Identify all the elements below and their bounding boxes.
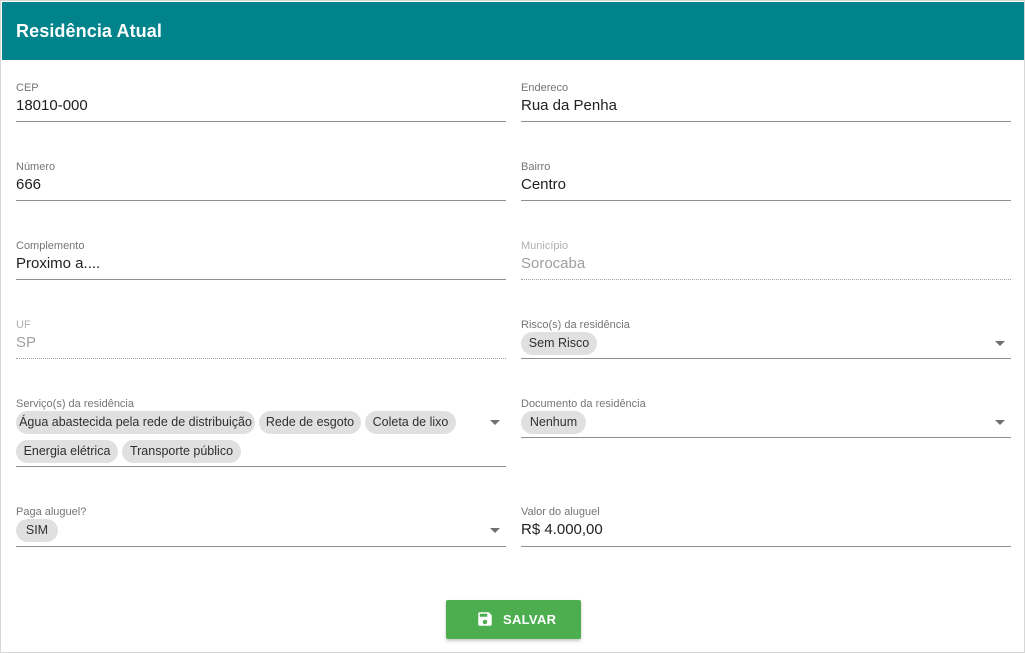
chip-sem-risco[interactable]: Sem Risco [521, 332, 597, 355]
uf-field: UF SP [16, 319, 506, 359]
numero-underline [16, 200, 506, 201]
endereco-underline [521, 121, 1011, 122]
uf-label: UF [16, 319, 31, 331]
floppy-disk-icon [478, 612, 492, 626]
valor-aluguel-underline [521, 546, 1011, 547]
chip-energia[interactable]: Energia elétrica [16, 440, 118, 463]
chip-transporte[interactable]: Transporte público [122, 440, 241, 463]
numero-input[interactable]: 666 [16, 176, 41, 193]
chip-rede-esgoto[interactable]: Rede de esgoto [259, 411, 361, 434]
bairro-underline [521, 200, 1011, 201]
municipio-label: Município [521, 240, 569, 252]
complemento-field[interactable]: Complemento Proximo a.... [16, 240, 506, 280]
uf-input: SP [16, 334, 37, 351]
paga-aluguel-select[interactable]: Paga aluguel? SIM [16, 506, 506, 547]
documento-label: Documento da residência [521, 398, 646, 410]
valor-aluguel-input[interactable]: R$ 4.000,00 [521, 521, 603, 538]
cep-input[interactable]: 18010-000 [16, 97, 88, 114]
complemento-label: Complemento [16, 240, 85, 252]
numero-field[interactable]: Número 666 [16, 161, 506, 201]
municipio-input: Sorocaba [521, 255, 586, 272]
numero-label: Número [16, 161, 56, 173]
endereco-field[interactable]: Endereco Rua da Penha [521, 82, 1011, 122]
cep-label: CEP [16, 82, 39, 94]
bairro-field[interactable]: Bairro Centro [521, 161, 1011, 201]
valor-aluguel-field[interactable]: Valor do aluguel R$ 4.000,00 [521, 506, 1011, 547]
bairro-label: Bairro [521, 161, 551, 173]
form-title: Residência Atual [16, 21, 162, 41]
chevron-down-icon[interactable] [490, 528, 500, 533]
paga-aluguel-label: Paga aluguel? [16, 506, 87, 518]
endereco-input[interactable]: Rua da Penha [521, 97, 617, 114]
municipio-underline [521, 279, 1011, 280]
chip-agua[interactable]: Água abastecida pela rede de distribuiçã… [16, 411, 255, 434]
complemento-underline [16, 279, 506, 280]
complemento-input[interactable]: Proximo a.... [16, 255, 100, 272]
documento-select[interactable]: Documento da residência Nenhum [521, 398, 1011, 438]
servicos-select[interactable]: Serviço(s) da residência Água abastecida… [16, 398, 506, 467]
valor-aluguel-label: Valor do aluguel [521, 506, 600, 518]
endereco-label: Endereco [521, 82, 569, 94]
chevron-down-icon[interactable] [995, 420, 1005, 425]
uf-underline [16, 358, 506, 359]
riscos-label: Risco(s) da residência [521, 319, 630, 331]
residence-form-card: Residência Atual CEP 18010-000 Endereco … [0, 0, 1025, 653]
riscos-select[interactable]: Risco(s) da residência Sem Risco [521, 319, 1011, 359]
cep-field[interactable]: CEP 18010-000 [16, 82, 506, 122]
chevron-down-icon[interactable] [995, 341, 1005, 346]
chip-nenhum[interactable]: Nenhum [521, 411, 586, 434]
documento-underline [521, 437, 1011, 438]
chip-coleta-lixo[interactable]: Coleta de lixo [365, 411, 456, 434]
cep-underline [16, 121, 506, 122]
municipio-field: Município Sorocaba [521, 240, 1011, 280]
chip-sim[interactable]: SIM [16, 519, 58, 542]
servicos-underline [16, 466, 506, 467]
chevron-down-icon[interactable] [490, 420, 500, 425]
form-header: Residência Atual [2, 2, 1024, 60]
paga-aluguel-underline [16, 546, 506, 547]
servicos-label: Serviço(s) da residência [16, 398, 134, 410]
save-button-label: SALVAR [503, 612, 557, 627]
save-button[interactable]: SALVAR [446, 600, 581, 639]
bairro-input[interactable]: Centro [521, 176, 566, 193]
riscos-underline [521, 358, 1011, 359]
